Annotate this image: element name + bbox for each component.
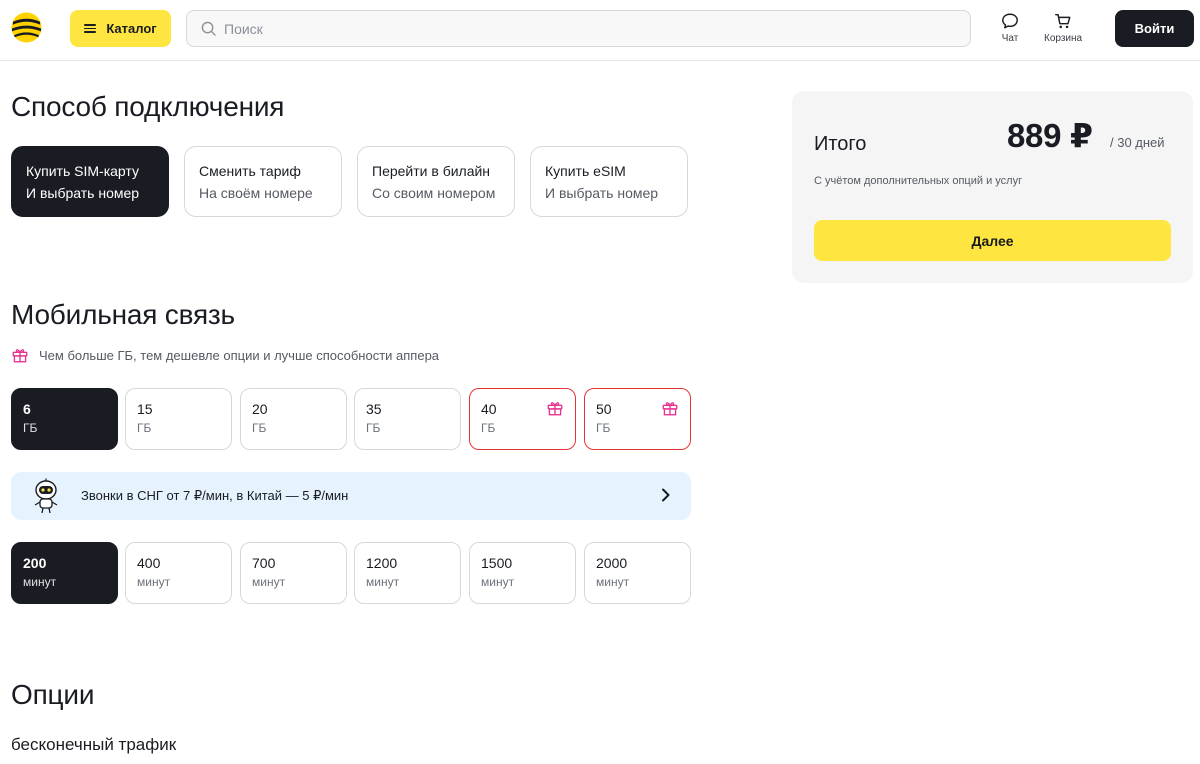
order-summary-panel: Итого 889 ₽ / 30 дней С учётом дополните…: [792, 91, 1193, 283]
options-subtitle: бесконечный трафик: [11, 735, 177, 754]
summary-note: С учётом дополнительных опций и услуг: [814, 175, 1023, 187]
minutes-unit: минут: [481, 575, 515, 589]
cart-button[interactable]: Корзина: [1044, 12, 1082, 44]
summary-title: Итого: [814, 133, 867, 155]
minutes-value: 400: [137, 555, 161, 571]
catalog-label: Каталог: [106, 21, 157, 36]
login-button[interactable]: Войти: [1115, 10, 1194, 47]
minutes-value: 1200: [366, 555, 398, 571]
minutes-value: 2000: [596, 555, 628, 571]
connection-option-line2: Со своим номером: [372, 185, 496, 201]
summary-period: / 30 дней: [1110, 135, 1165, 150]
gb-hint: Чем больше ГБ, тем дешевле опции и лучше…: [11, 346, 439, 364]
connection-option-line1: Купить SIM-карту: [26, 163, 139, 179]
gb-unit: ГБ: [366, 421, 381, 435]
connection-option-change-tariff[interactable]: Сменить тариф На своём номере: [184, 146, 342, 217]
minutes-option-2000[interactable]: 2000 минут: [584, 542, 691, 604]
connection-title: Способ подключения: [11, 91, 285, 122]
gb-unit: ГБ: [596, 421, 611, 435]
chevron-right-icon: [662, 488, 670, 502]
connection-option-line1: Купить eSIM: [545, 163, 626, 179]
minutes-unit: минут: [252, 575, 286, 589]
chat-icon: [1002, 13, 1018, 29]
gift-icon: [662, 402, 678, 416]
calls-promo-banner[interactable]: Звонки в СНГ от 7 ₽/мин, в Китай — 5 ₽/м…: [11, 472, 691, 520]
minutes-unit: минут: [137, 575, 171, 589]
next-button[interactable]: Далее: [814, 220, 1171, 261]
minutes-option-200[interactable]: 200 минут: [11, 542, 118, 604]
gb-option-40[interactable]: 40 ГБ: [469, 388, 576, 450]
gb-value: 35: [366, 401, 382, 417]
chat-label: Чат: [1001, 33, 1019, 44]
connection-option-line1: Перейти в билайн: [372, 163, 491, 179]
connection-option-line2: И выбрать номер: [26, 185, 140, 201]
options-title: Опции: [11, 679, 95, 710]
gb-unit: ГБ: [252, 421, 267, 435]
minutes-option-400[interactable]: 400 минут: [125, 542, 232, 604]
gb-unit: ГБ: [23, 421, 38, 435]
catalog-button[interactable]: Каталог: [70, 10, 171, 47]
minutes-unit: минут: [366, 575, 400, 589]
gb-value: 20: [252, 401, 268, 417]
minutes-value: 1500: [481, 555, 513, 571]
minutes-option-1500[interactable]: 1500 минут: [469, 542, 576, 604]
gb-option-6[interactable]: 6 ГБ: [11, 388, 118, 450]
menu-icon: [84, 24, 97, 33]
connection-option-line2: И выбрать номер: [545, 185, 659, 201]
gb-option-35[interactable]: 35 ГБ: [354, 388, 461, 450]
gift-icon: [12, 349, 28, 363]
chat-button[interactable]: Чат: [1001, 12, 1019, 44]
search-input[interactable]: [224, 20, 924, 37]
cart-label: Корзина: [1044, 33, 1083, 44]
header: Каталог Чат Корзина Войти: [0, 0, 1200, 61]
gb-option-50[interactable]: 50 ГБ: [584, 388, 691, 450]
minutes-value: 200: [23, 555, 47, 571]
minutes-unit: минут: [23, 575, 57, 589]
gb-value: 6: [23, 401, 31, 417]
connection-option-buy-sim[interactable]: Купить SIM-карту И выбрать номер: [11, 146, 169, 217]
minutes-option-1200[interactable]: 1200 минут: [354, 542, 461, 604]
search-box[interactable]: [186, 10, 971, 47]
minutes-value: 700: [252, 555, 276, 571]
summary-price: 889 ₽: [1007, 117, 1093, 154]
connection-option-line2: На своём номере: [199, 185, 313, 201]
connection-option-line1: Сменить тариф: [199, 163, 301, 179]
gb-unit: ГБ: [137, 421, 152, 435]
search-icon: [201, 21, 216, 36]
connection-option-esim[interactable]: Купить eSIM И выбрать номер: [530, 146, 688, 217]
gb-hint-text: Чем больше ГБ, тем дешевле опции и лучше…: [39, 347, 440, 363]
minutes-unit: минут: [596, 575, 630, 589]
minutes-option-700[interactable]: 700 минут: [240, 542, 347, 604]
robot-mascot-icon: [34, 478, 58, 514]
connection-option-port-number[interactable]: Перейти в билайн Со своим номером: [357, 146, 515, 217]
gb-option-20[interactable]: 20 ГБ: [240, 388, 347, 450]
mobile-title: Мобильная связь: [11, 299, 235, 330]
gb-unit: ГБ: [481, 421, 496, 435]
cart-icon: [1055, 13, 1071, 29]
gb-value: 15: [137, 401, 153, 417]
calls-promo-text: Звонки в СНГ от 7 ₽/мин, в Китай — 5 ₽/м…: [81, 488, 349, 503]
gb-option-15[interactable]: 15 ГБ: [125, 388, 232, 450]
beeline-logo-icon[interactable]: [11, 12, 42, 43]
gift-icon: [547, 402, 563, 416]
